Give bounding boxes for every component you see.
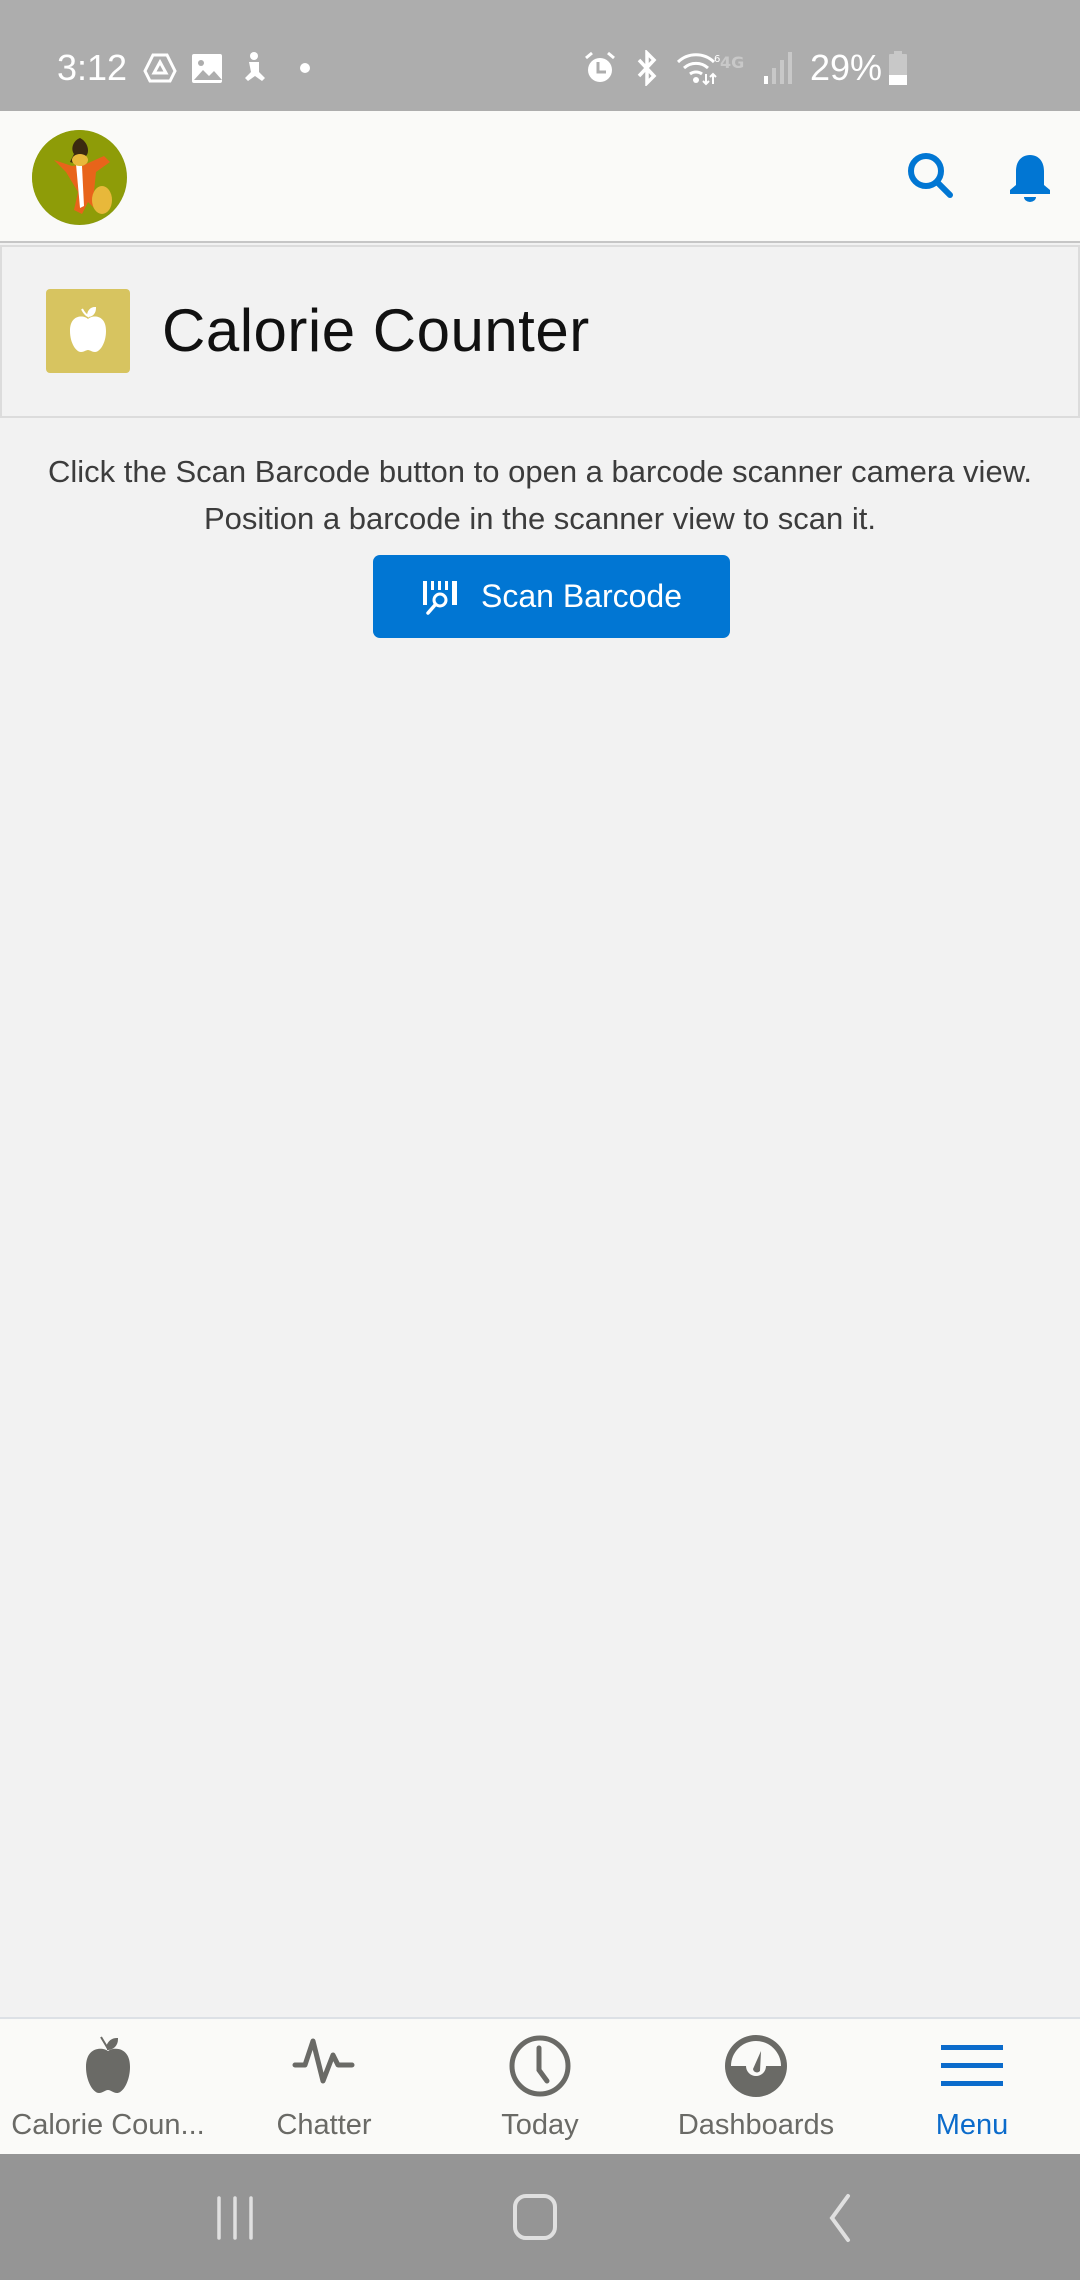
gauge-icon xyxy=(725,2035,787,2097)
bottom-nav: Calorie Coun... Chatter Today Dashboards… xyxy=(0,2017,1080,2154)
nav-label: Dashboards xyxy=(677,2109,835,2141)
4g-lte-icon: 4G xyxy=(720,53,744,72)
avatar[interactable] xyxy=(32,130,127,225)
signal-icon xyxy=(764,52,792,84)
bell-icon[interactable] xyxy=(1002,149,1058,205)
clock-icon xyxy=(509,2035,571,2097)
fitness-icon xyxy=(245,52,265,81)
avatar-image xyxy=(32,130,126,224)
svg-text:4G: 4G xyxy=(720,53,744,72)
search-icon[interactable] xyxy=(903,149,959,205)
nav-label: Chatter xyxy=(276,2109,372,2141)
status-bar: 3:12 6 4G 29% xyxy=(0,0,1080,111)
hamburger-icon xyxy=(941,2045,1003,2086)
pulse-icon xyxy=(292,2038,355,2084)
barcode-scan-icon xyxy=(422,580,457,615)
home-icon[interactable] xyxy=(505,2190,565,2246)
title-card: Calorie Counter xyxy=(0,245,1080,418)
apple-icon xyxy=(86,2036,130,2093)
nav-item-chatter[interactable]: Chatter xyxy=(216,2019,432,2154)
scan-barcode-label: Scan Barcode xyxy=(480,578,682,614)
back-icon[interactable] xyxy=(810,2190,870,2246)
app-header xyxy=(0,111,1080,243)
status-time: 3:12 xyxy=(57,47,128,88)
nav-label: Menu xyxy=(935,2109,1009,2141)
battery-percent: 29% xyxy=(810,47,883,88)
scan-barcode-button[interactable]: Scan Barcode xyxy=(373,555,730,638)
drive-icon xyxy=(143,53,177,83)
nav-item-today[interactable]: Today xyxy=(432,2019,648,2154)
app-icon xyxy=(46,289,130,373)
instructions-text: Click the Scan Barcode button to open a … xyxy=(48,454,1032,536)
nav-item-dashboards[interactable]: Dashboards xyxy=(648,2019,864,2154)
nav-item-menu[interactable]: Menu xyxy=(864,2019,1080,2154)
page-title: Calorie Counter xyxy=(162,297,590,364)
nav-label: Today xyxy=(501,2109,579,2141)
nav-item-calorie-counter[interactable]: Calorie Coun... xyxy=(0,2019,216,2154)
apple-icon xyxy=(70,306,106,352)
alarm-icon xyxy=(585,51,615,82)
nav-label: Calorie Coun... xyxy=(11,2109,205,2141)
recent-apps-icon[interactable] xyxy=(205,2190,265,2246)
bluetooth-icon xyxy=(637,50,657,86)
notification-dot-icon xyxy=(300,63,310,73)
system-nav-bar xyxy=(0,2154,1080,2280)
battery-icon xyxy=(889,51,907,85)
gallery-icon xyxy=(192,54,222,83)
